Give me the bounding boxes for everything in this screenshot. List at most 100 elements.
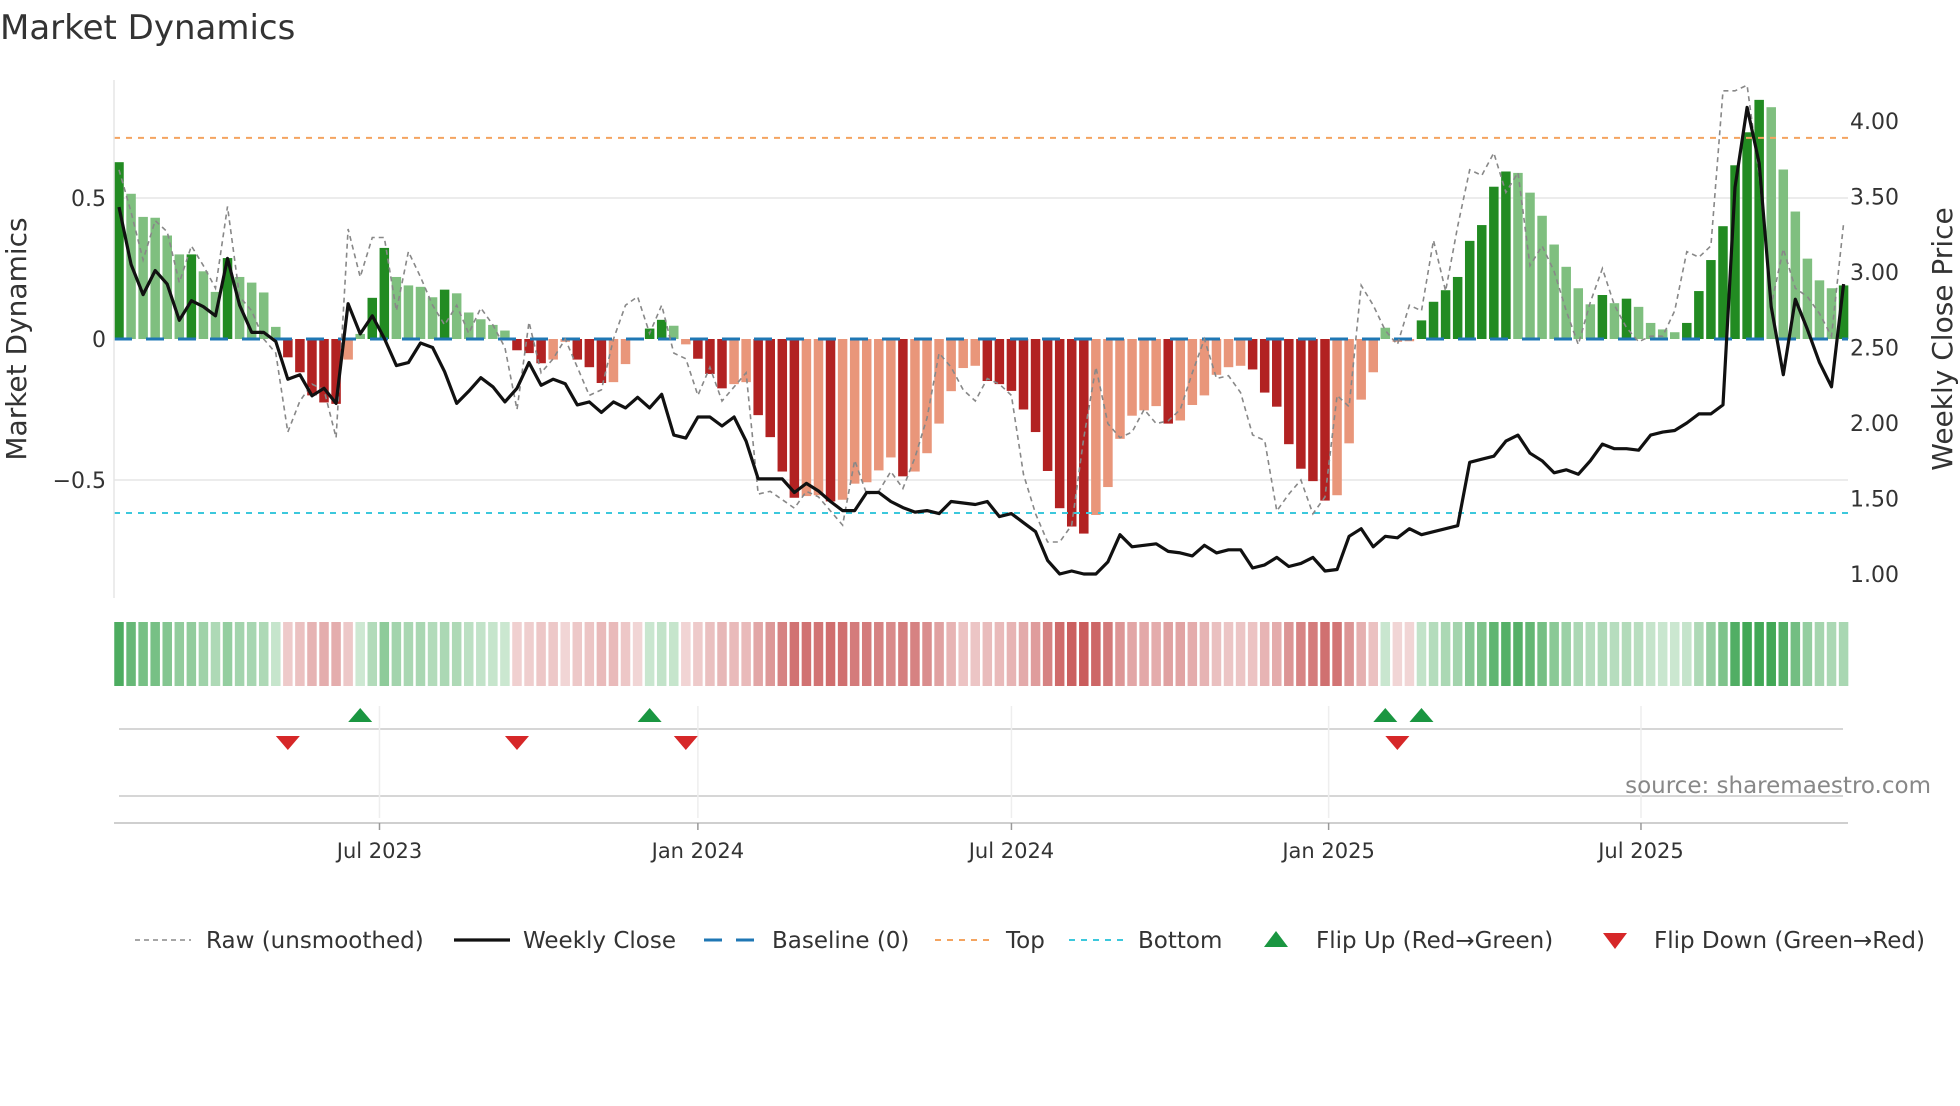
flip-down-marker [673,736,698,750]
dynamics-bar [886,339,896,458]
regime-cell [548,622,558,686]
dynamics-bar [1416,320,1427,339]
regime-cell [765,622,775,686]
regime-cell [1308,622,1318,686]
x-tick-label: Jan 2024 [650,839,745,863]
dynamics-bar [1115,339,1125,439]
regime-cell [693,622,703,686]
dynamics-bar [837,339,848,500]
dynamics-bar [620,339,631,365]
dynamics-bar [1501,171,1511,339]
source-note: source: sharemaestro.com [1625,773,1931,799]
dynamics-bar [1452,276,1463,339]
dynamics-bar [1151,339,1161,407]
regime-cell [1609,622,1620,686]
regime-cell [1766,622,1776,686]
x-tick-label: Jul 2023 [335,839,422,863]
dynamics-bar [295,339,305,373]
series-lines [117,84,1846,576]
dynamics-bar [608,339,619,383]
regime-cell [1103,622,1113,686]
regime-cell [1272,622,1282,686]
regime-cell [1778,622,1789,686]
legend-label: Raw (unsmoothed) [206,928,424,954]
regime-cell [234,622,245,686]
regime-cell [1585,622,1596,686]
y2-tick-label: 1.50 [1850,488,1899,513]
dynamics-bar [1621,298,1632,339]
dynamics-bar [1778,169,1789,339]
regime-cell [934,622,944,686]
regime-cell [1416,622,1427,686]
dynamics-bar [1814,280,1825,339]
dynamics-bar [1682,322,1692,339]
legend-label: Top [1005,928,1045,954]
flip-up-marker [1409,708,1434,722]
regime-cell [874,622,884,686]
regime-cell [1115,622,1125,686]
regime-cell [596,622,607,686]
dynamics-bar [1464,240,1475,339]
regime-cell [705,622,715,686]
dynamics-bar [1284,339,1294,445]
regime-cell [174,622,185,686]
regime-cell [1694,622,1704,686]
y2-tick-label: 2.00 [1850,412,1899,437]
dynamics-bar [584,339,595,368]
y-tick-label: 0.5 [71,187,106,212]
regime-cell [283,622,293,686]
regime-cell [1537,622,1547,686]
dynamics-bar [512,339,522,351]
dynamics-bar [451,293,462,339]
regime-cell [391,622,402,686]
dynamics-bar [958,339,968,369]
regime-cell [1332,622,1342,686]
dynamics-bar [1223,339,1234,368]
regime-cell [463,622,474,686]
regime-cell [1368,622,1378,686]
regime-cell [1163,622,1173,686]
regime-cell [970,622,981,686]
dynamics-bar [982,339,993,382]
regime-cell [1259,622,1270,686]
regime-cell [608,622,619,686]
regime-cell [1754,622,1764,686]
dynamics-bar [1030,339,1041,433]
dynamics-bar [1235,339,1246,366]
regime-cell [777,622,788,686]
regime-cell [922,622,932,686]
dynamics-bar [789,339,800,498]
regime-cell [1573,622,1584,686]
dynamics-bar [1428,301,1439,339]
y2-axis-title: Weekly Close Price [1926,207,1959,470]
regime-cell [295,622,305,686]
dynamics-bar [439,289,450,339]
regime-cell [717,622,727,686]
dynamics-bar [403,285,414,339]
legend-flip-down-icon [1603,933,1627,949]
y2-tick-label: 2.50 [1850,337,1899,362]
regime-cell [162,622,172,686]
regime-cell [138,622,148,686]
regime-cell [898,622,908,686]
regime-cell [1597,622,1608,686]
regime-cell [1235,622,1246,686]
legend-label: Flip Down (Green→Red) [1654,928,1925,954]
regime-cell [632,622,643,686]
dynamics-bar [1163,339,1173,424]
dynamics-bar [138,216,148,339]
regime-cell [258,622,269,686]
dynamics-bar [1609,303,1620,339]
dynamics-bar [1139,339,1149,411]
raw-line [118,84,1845,543]
regime-cell [1525,622,1535,686]
dynamics-bar [1103,339,1113,488]
dynamics-bar [946,339,956,392]
regime-cell [1428,622,1439,686]
regime-cell [451,622,462,686]
dynamics-bar [1694,291,1704,339]
regime-cell [150,622,160,686]
regime-cell [813,622,824,686]
dynamics-bar [1042,339,1053,471]
regime-cell [427,622,438,686]
